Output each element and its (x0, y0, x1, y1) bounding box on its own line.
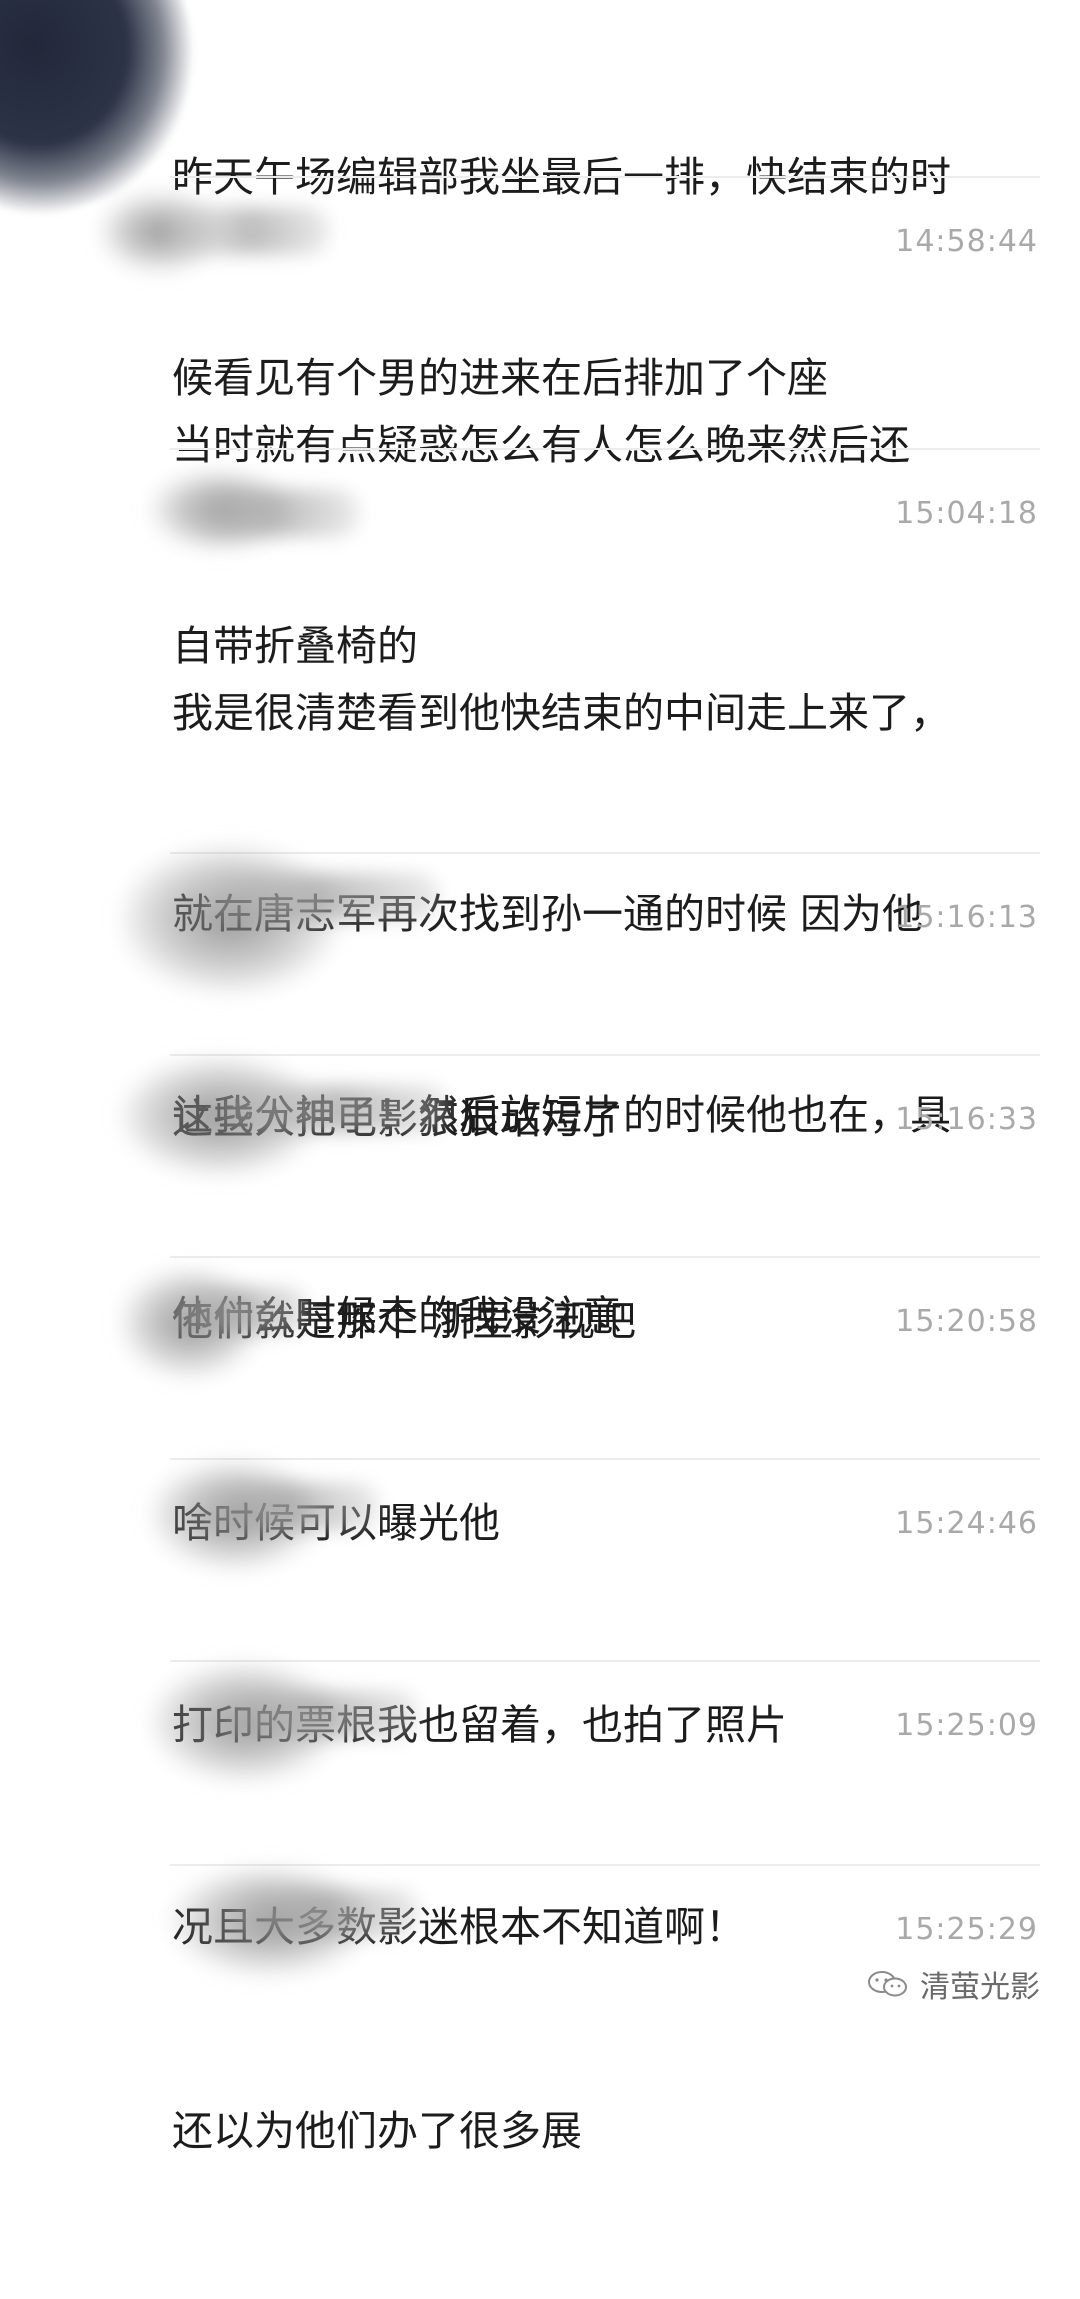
message-time: 15:20:58 (895, 1304, 1038, 1339)
chat-history: 昨天午场编辑部我坐最后一排，快结束的时 候看见有个男的进来在后排加了个座 14:… (0, 0, 1080, 2155)
message-divider (170, 448, 1040, 450)
redacted-sender-name (200, 1484, 380, 1530)
redacted-sender-name (170, 208, 330, 254)
redacted-sender-name (200, 874, 440, 920)
message-time: 15:16:13 (895, 900, 1038, 935)
message-divider (170, 176, 1040, 178)
message-divider (170, 1458, 1040, 1460)
redacted-sender-name (170, 1288, 310, 1334)
redacted-sender-name (220, 1086, 450, 1132)
message-time: 14:58:44 (895, 224, 1038, 259)
message-divider (170, 852, 1040, 854)
redacted-sender-name (230, 1890, 420, 1936)
message-text: 还以为他们办了很多展 (172, 2107, 582, 2155)
redacted-sender-name (190, 490, 360, 536)
wechat-official-account-icon (868, 1971, 907, 1997)
watermark: 清萤光影 (866, 1962, 1040, 2006)
message-time: 15:25:29 (895, 1912, 1038, 1947)
watermark-text: 清萤光影 (920, 1970, 1040, 2005)
message-divider (170, 1660, 1040, 1662)
message-divider (170, 1054, 1040, 1056)
message-time: 15:24:46 (895, 1506, 1038, 1541)
message-time: 15:25:09 (895, 1708, 1038, 1743)
message-divider (170, 1256, 1040, 1258)
redacted-sender-name (220, 1692, 420, 1738)
message-divider (170, 1864, 1040, 1866)
message-time: 15:16:33 (895, 1102, 1038, 1137)
message-time: 15:04:18 (895, 496, 1038, 531)
